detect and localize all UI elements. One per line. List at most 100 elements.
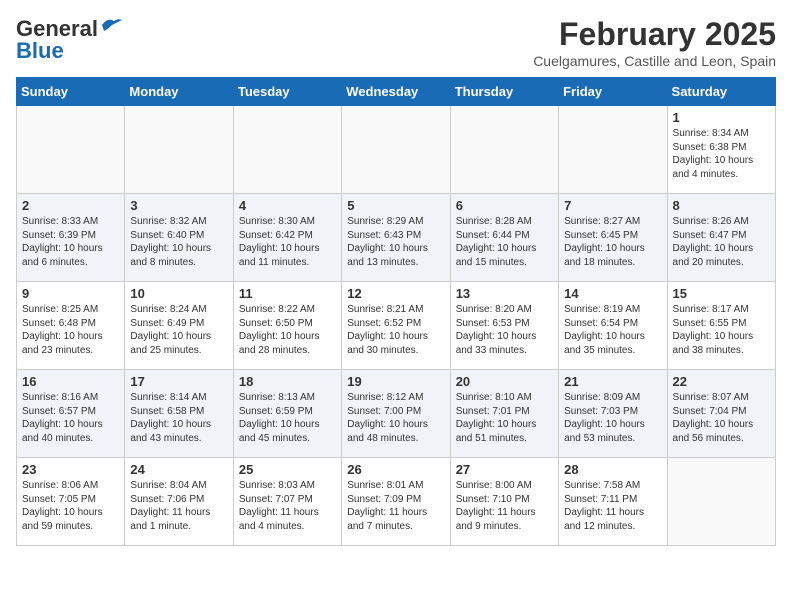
calendar-cell: 16 Sunrise: 8:16 AM Sunset: 6:57 PM Dayli… xyxy=(17,370,125,458)
week-row-1: 1 Sunrise: 8:34 AM Sunset: 6:38 PM Daylig… xyxy=(17,106,776,194)
calendar-cell: 1 Sunrise: 8:34 AM Sunset: 6:38 PM Daylig… xyxy=(667,106,775,194)
day-number: 5 xyxy=(347,198,444,213)
calendar-cell xyxy=(125,106,233,194)
calendar-cell: 19 Sunrise: 8:12 AM Sunset: 7:00 PM Dayli… xyxy=(342,370,450,458)
day-number: 20 xyxy=(456,374,553,389)
day-info: Sunrise: 8:20 AM Sunset: 6:53 PM Dayligh… xyxy=(456,303,553,357)
day-info: Sunrise: 8:03 AM Sunset: 7:07 PM Dayligh… xyxy=(239,479,336,533)
day-info: Sunrise: 8:26 AM Sunset: 6:47 PM Dayligh… xyxy=(673,215,770,269)
calendar-cell: 8 Sunrise: 8:26 AM Sunset: 6:47 PM Daylig… xyxy=(667,194,775,282)
calendar-cell xyxy=(342,106,450,194)
calendar-cell xyxy=(17,106,125,194)
day-info: Sunrise: 8:21 AM Sunset: 6:52 PM Dayligh… xyxy=(347,303,444,357)
logo-bird-icon xyxy=(100,17,122,33)
logo-blue: Blue xyxy=(16,38,64,64)
weekday-header-row: SundayMondayTuesdayWednesdayThursdayFrid… xyxy=(17,78,776,106)
calendar-cell: 3 Sunrise: 8:32 AM Sunset: 6:40 PM Daylig… xyxy=(125,194,233,282)
calendar-cell: 11Sunrise: 8:22 AM Sunset: 6:50 PM Dayli… xyxy=(233,282,341,370)
day-number: 19 xyxy=(347,374,444,389)
day-info: Sunrise: 8:00 AM Sunset: 7:10 PM Dayligh… xyxy=(456,479,553,533)
calendar-cell: 17Sunrise: 8:14 AM Sunset: 6:58 PM Dayli… xyxy=(125,370,233,458)
calendar-cell xyxy=(233,106,341,194)
day-number: 8 xyxy=(673,198,770,213)
weekday-header-sunday: Sunday xyxy=(17,78,125,106)
day-number: 16 xyxy=(22,374,119,389)
day-info: Sunrise: 8:10 AM Sunset: 7:01 PM Dayligh… xyxy=(456,391,553,445)
calendar-cell: 2 Sunrise: 8:33 AM Sunset: 6:39 PM Daylig… xyxy=(17,194,125,282)
calendar-cell: 7 Sunrise: 8:27 AM Sunset: 6:45 PM Daylig… xyxy=(559,194,667,282)
day-number: 3 xyxy=(130,198,227,213)
weekday-header-saturday: Saturday xyxy=(667,78,775,106)
calendar-cell: 25 Sunrise: 8:03 AM Sunset: 7:07 PM Dayli… xyxy=(233,458,341,546)
day-info: Sunrise: 8:33 AM Sunset: 6:39 PM Dayligh… xyxy=(22,215,119,269)
day-number: 14 xyxy=(564,286,661,301)
calendar-cell: 14 Sunrise: 8:19 AM Sunset: 6:54 PM Dayli… xyxy=(559,282,667,370)
title-block: February 2025 Cuelgamures, Castille and … xyxy=(533,16,776,69)
week-row-5: 23 Sunrise: 8:06 AM Sunset: 7:05 PM Dayli… xyxy=(17,458,776,546)
day-info: Sunrise: 8:06 AM Sunset: 7:05 PM Dayligh… xyxy=(22,479,119,533)
day-info: Sunrise: 8:34 AM Sunset: 6:38 PM Dayligh… xyxy=(673,127,770,181)
weekday-header-tuesday: Tuesday xyxy=(233,78,341,106)
day-number: 17 xyxy=(130,374,227,389)
day-number: 15 xyxy=(673,286,770,301)
day-info: Sunrise: 8:16 AM Sunset: 6:57 PM Dayligh… xyxy=(22,391,119,445)
day-number: 1 xyxy=(673,110,770,125)
calendar-cell: 12 Sunrise: 8:21 AM Sunset: 6:52 PM Dayli… xyxy=(342,282,450,370)
day-info: Sunrise: 8:09 AM Sunset: 7:03 PM Dayligh… xyxy=(564,391,661,445)
day-info: Sunrise: 7:58 AM Sunset: 7:11 PM Dayligh… xyxy=(564,479,661,533)
day-number: 4 xyxy=(239,198,336,213)
day-info: Sunrise: 8:22 AM Sunset: 6:50 PM Dayligh… xyxy=(239,303,336,357)
calendar-cell: 15 Sunrise: 8:17 AM Sunset: 6:55 PM Dayli… xyxy=(667,282,775,370)
day-info: Sunrise: 8:25 AM Sunset: 6:48 PM Dayligh… xyxy=(22,303,119,357)
calendar-cell: 23 Sunrise: 8:06 AM Sunset: 7:05 PM Dayli… xyxy=(17,458,125,546)
day-number: 22 xyxy=(673,374,770,389)
calendar-table: SundayMondayTuesdayWednesdayThursdayFrid… xyxy=(16,77,776,546)
calendar-cell: 9 Sunrise: 8:25 AM Sunset: 6:48 PM Daylig… xyxy=(17,282,125,370)
calendar-cell: 21 Sunrise: 8:09 AM Sunset: 7:03 PM Dayli… xyxy=(559,370,667,458)
day-number: 10 xyxy=(130,286,227,301)
week-row-2: 2 Sunrise: 8:33 AM Sunset: 6:39 PM Daylig… xyxy=(17,194,776,282)
day-info: Sunrise: 8:32 AM Sunset: 6:40 PM Dayligh… xyxy=(130,215,227,269)
calendar-cell: 4Sunrise: 8:30 AM Sunset: 6:42 PM Daylig… xyxy=(233,194,341,282)
calendar-cell xyxy=(450,106,558,194)
day-info: Sunrise: 8:19 AM Sunset: 6:54 PM Dayligh… xyxy=(564,303,661,357)
day-number: 18 xyxy=(239,374,336,389)
weekday-header-monday: Monday xyxy=(125,78,233,106)
weekday-header-wednesday: Wednesday xyxy=(342,78,450,106)
day-number: 25 xyxy=(239,462,336,477)
day-number: 21 xyxy=(564,374,661,389)
day-info: Sunrise: 8:24 AM Sunset: 6:49 PM Dayligh… xyxy=(130,303,227,357)
month-title: February 2025 xyxy=(533,16,776,53)
day-info: Sunrise: 8:04 AM Sunset: 7:06 PM Dayligh… xyxy=(130,479,227,533)
calendar-cell: 18Sunrise: 8:13 AM Sunset: 6:59 PM Dayli… xyxy=(233,370,341,458)
calendar-cell: 24Sunrise: 8:04 AM Sunset: 7:06 PM Dayli… xyxy=(125,458,233,546)
calendar-cell: 13 Sunrise: 8:20 AM Sunset: 6:53 PM Dayli… xyxy=(450,282,558,370)
day-info: Sunrise: 8:27 AM Sunset: 6:45 PM Dayligh… xyxy=(564,215,661,269)
day-number: 13 xyxy=(456,286,553,301)
calendar-cell xyxy=(667,458,775,546)
calendar-cell: 26Sunrise: 8:01 AM Sunset: 7:09 PM Dayli… xyxy=(342,458,450,546)
calendar-cell: 22 Sunrise: 8:07 AM Sunset: 7:04 PM Dayli… xyxy=(667,370,775,458)
calendar-cell xyxy=(559,106,667,194)
weekday-header-thursday: Thursday xyxy=(450,78,558,106)
day-number: 9 xyxy=(22,286,119,301)
day-number: 23 xyxy=(22,462,119,477)
page-header: General Blue February 2025 Cuelgamures, … xyxy=(16,16,776,69)
day-number: 28 xyxy=(564,462,661,477)
calendar-cell: 6Sunrise: 8:28 AM Sunset: 6:44 PM Daylig… xyxy=(450,194,558,282)
calendar-cell: 5Sunrise: 8:29 AM Sunset: 6:43 PM Daylig… xyxy=(342,194,450,282)
day-number: 2 xyxy=(22,198,119,213)
calendar-cell: 28 Sunrise: 7:58 AM Sunset: 7:11 PM Dayli… xyxy=(559,458,667,546)
day-info: Sunrise: 8:12 AM Sunset: 7:00 PM Dayligh… xyxy=(347,391,444,445)
day-info: Sunrise: 8:17 AM Sunset: 6:55 PM Dayligh… xyxy=(673,303,770,357)
calendar-cell: 10 Sunrise: 8:24 AM Sunset: 6:49 PM Dayli… xyxy=(125,282,233,370)
day-info: Sunrise: 8:01 AM Sunset: 7:09 PM Dayligh… xyxy=(347,479,444,533)
day-number: 27 xyxy=(456,462,553,477)
day-number: 7 xyxy=(564,198,661,213)
logo: General Blue xyxy=(16,16,122,64)
weekday-header-friday: Friday xyxy=(559,78,667,106)
day-number: 12 xyxy=(347,286,444,301)
week-row-4: 16 Sunrise: 8:16 AM Sunset: 6:57 PM Dayli… xyxy=(17,370,776,458)
day-info: Sunrise: 8:07 AM Sunset: 7:04 PM Dayligh… xyxy=(673,391,770,445)
day-number: 6 xyxy=(456,198,553,213)
